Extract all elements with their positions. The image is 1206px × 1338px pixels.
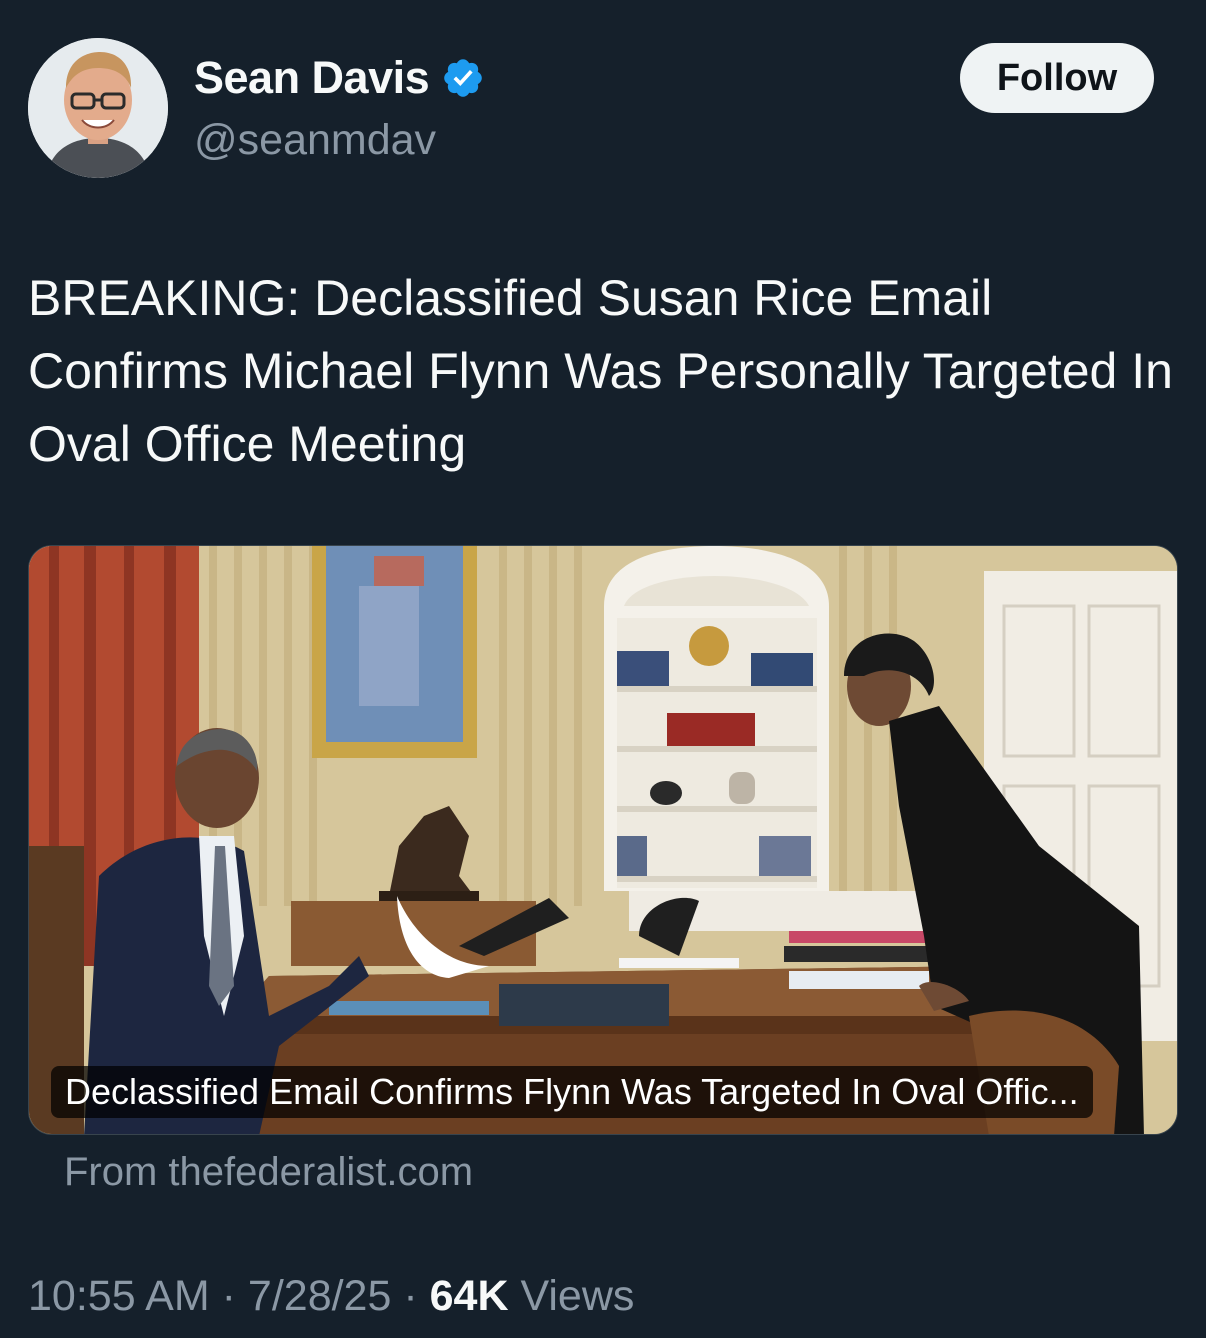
tweet-meta: 10:55 AM · 7/28/25 · 64K Views [28, 1272, 634, 1321]
tweet-text: BREAKING: Declassified Susan Rice Email … [28, 270, 1173, 472]
tweet-date[interactable]: 7/28/25 [248, 1272, 391, 1320]
follow-button[interactable]: Follow [960, 43, 1154, 113]
author-handle[interactable]: @seanmdav [194, 116, 436, 165]
verified-badge-icon[interactable] [441, 56, 485, 100]
avatar-photo [28, 38, 168, 178]
link-card[interactable]: Declassified Email Confirms Flynn Was Ta… [28, 545, 1178, 1135]
tweet-container: Sean Davis @seanmdav Follow BREAKING: De… [0, 0, 1206, 1338]
tweet-time[interactable]: 10:55 AM [28, 1272, 210, 1320]
link-card-source[interactable]: From thefederalist.com [64, 1150, 473, 1195]
link-card-image [29, 546, 1177, 1134]
views-count: 64K [429, 1272, 509, 1320]
meta-separator: · [221, 1272, 236, 1320]
author-display-name[interactable]: Sean Davis [194, 52, 430, 104]
link-card-title: Declassified Email Confirms Flynn Was Ta… [51, 1066, 1093, 1118]
meta-separator: · [403, 1272, 418, 1320]
avatar[interactable] [28, 38, 168, 178]
views-label: Views [520, 1272, 635, 1320]
author-name-row: Sean Davis [194, 52, 485, 104]
